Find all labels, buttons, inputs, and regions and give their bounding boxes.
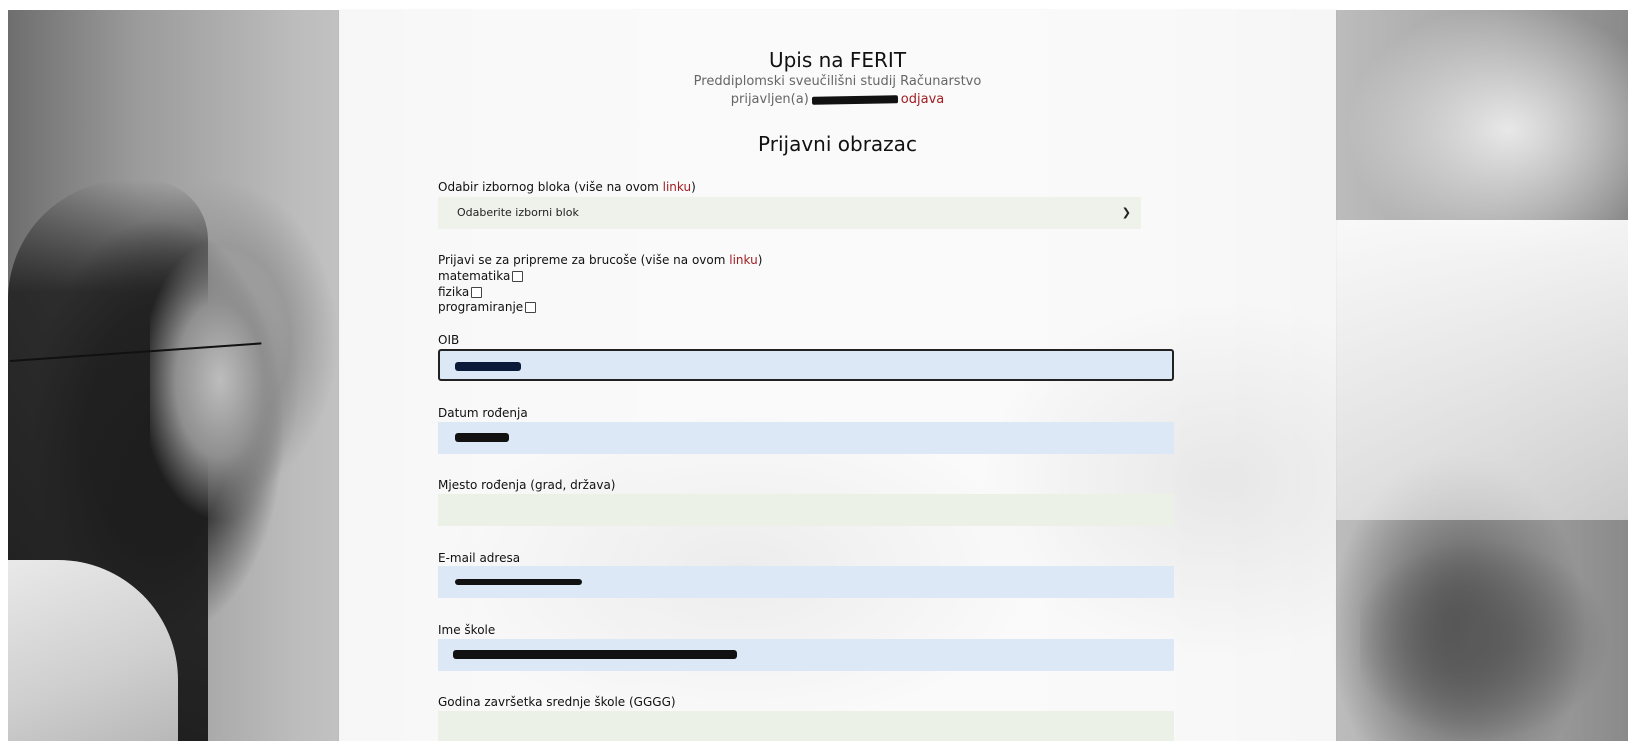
- birth-date-label: Datum rođenja: [438, 406, 528, 420]
- fizika-checkbox[interactable]: [471, 287, 483, 298]
- school-input[interactable]: [438, 639, 1174, 671]
- background-photo-people: [1360, 540, 1628, 741]
- prep-option-label: programiranje: [438, 300, 524, 314]
- prep-option-label: fizika: [438, 285, 470, 299]
- page-title: Upis na FERIT: [768, 48, 907, 72]
- block-label: Odabir izbornog bloka (više na ovom link…: [438, 180, 696, 194]
- redacted-birth-date: [455, 433, 509, 442]
- redacted-school: [453, 650, 737, 659]
- block-label-suffix: ): [691, 180, 696, 194]
- form-title: Prijavni obrazac: [758, 132, 917, 156]
- oib-label: OIB: [438, 333, 460, 347]
- block-info-link[interactable]: linku: [663, 180, 691, 194]
- prep-option-label: matematika: [438, 269, 511, 283]
- prep-option-programiranje: programiranje: [438, 300, 537, 314]
- logged-in-label: prijavljen(a): [730, 92, 809, 107]
- redacted-username: [811, 94, 898, 105]
- birth-date-input[interactable]: [438, 422, 1174, 454]
- block-select-value: Odaberite izborni blok: [457, 206, 579, 219]
- logout-link[interactable]: odjava: [901, 92, 944, 107]
- background-photo-light-area: [1336, 220, 1628, 520]
- prep-label-text: Prijavi se za pripreme za brucoše (više …: [438, 253, 730, 267]
- prep-info-link[interactable]: linku: [729, 253, 757, 267]
- birth-place-label: Mjesto rođenja (grad, država): [438, 478, 616, 492]
- prep-label-suffix: ): [757, 253, 763, 267]
- redacted-oib: [455, 362, 521, 371]
- prep-option-matematika: matematika: [438, 269, 524, 283]
- matematika-checkbox[interactable]: [512, 271, 524, 282]
- prep-option-fizika: fizika: [438, 285, 483, 299]
- oib-input[interactable]: [438, 349, 1174, 381]
- email-input[interactable]: [438, 566, 1174, 598]
- redacted-email: [455, 579, 582, 585]
- graduation-year-label: Godina završetka srednje škole (GGGG): [438, 695, 676, 709]
- school-label: Ime škole: [438, 623, 496, 637]
- graduation-year-input[interactable]: [438, 711, 1174, 741]
- birth-place-input[interactable]: [438, 494, 1174, 526]
- block-label-text: Odabir izbornog bloka (više na ovom: [438, 180, 663, 194]
- prep-label: Prijavi se za pripreme za brucoše (više …: [438, 253, 762, 267]
- block-select[interactable]: Odaberite izborni blok ❯: [438, 197, 1141, 229]
- background-photo-face: [150, 230, 310, 530]
- programiranje-checkbox[interactable]: [525, 302, 537, 313]
- login-status: prijavljen(a) odjava: [339, 92, 1336, 107]
- chevron-down-icon: ❯: [1121, 206, 1131, 219]
- study-program: Preddiplomski sveučilišni studij Računar…: [693, 74, 982, 89]
- email-label: E-mail adresa: [438, 551, 521, 565]
